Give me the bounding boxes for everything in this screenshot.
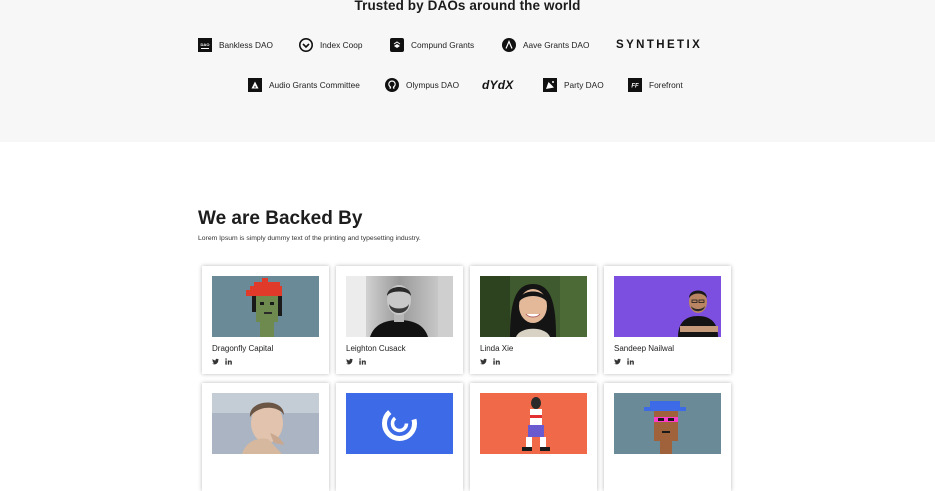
logo-label: Party DAO (564, 80, 604, 90)
twitter-icon[interactable] (480, 358, 487, 365)
logo-olympus-dao[interactable]: Olympus DAO (385, 77, 459, 93)
aave-icon (502, 38, 516, 52)
backer-socials (614, 358, 634, 365)
backer-photo (614, 276, 721, 337)
backer-name: Sandeep Nailwal (614, 344, 675, 353)
logo-label: Forefront (649, 80, 683, 90)
logo-label: Olympus DAO (406, 80, 460, 90)
logo-label: Audio Grants Committee (269, 80, 360, 90)
linkedin-icon[interactable] (359, 358, 366, 365)
backer-photo (614, 393, 721, 454)
logo-bankless-dao[interactable]: DAO Bankless DAO (198, 37, 273, 53)
audius-icon (248, 78, 262, 92)
backer-card[interactable] (470, 383, 597, 491)
twitter-icon[interactable] (346, 358, 353, 365)
logo-label: Index Coop (320, 40, 363, 50)
backer-socials (480, 358, 500, 365)
index-coop-icon (299, 38, 313, 52)
backer-photo (480, 276, 587, 337)
backer-card[interactable]: Sandeep Nailwal (604, 266, 731, 374)
forefront-icon: FF (628, 78, 642, 92)
backer-card[interactable]: Leighton Cusack (336, 266, 463, 374)
svg-text:DAO: DAO (201, 42, 210, 47)
dydx-wordmark: dYdX (482, 78, 514, 92)
backer-socials (346, 358, 366, 365)
logo-party-dao[interactable]: Party DAO (543, 77, 604, 93)
logo-label: Compund Grants (411, 40, 475, 50)
backer-card[interactable] (604, 383, 731, 491)
linkedin-icon[interactable] (225, 358, 232, 365)
twitter-icon[interactable] (614, 358, 621, 365)
logo-audio-grants-committee[interactable]: Audio Grants Committee (248, 77, 360, 93)
linkedin-icon[interactable] (627, 358, 634, 365)
backer-photo (346, 276, 453, 337)
trusted-section: Trusted by DAOs around the world DAO Ban… (0, 0, 935, 142)
backer-socials (212, 358, 232, 365)
party-dao-icon (543, 78, 557, 92)
backer-card[interactable]: Dragonfly Capital (202, 266, 329, 374)
logo-index-coop[interactable]: Index Coop (299, 37, 362, 53)
logo-dydx[interactable]: dYdX (482, 77, 513, 93)
backer-photo (346, 393, 453, 454)
backed-subtitle: Lorem Ipsum is simply dummy text of the … (198, 235, 421, 242)
olympus-icon (385, 78, 399, 92)
trusted-title: Trusted by DAOs around the world (354, 0, 581, 13)
compound-icon (390, 38, 404, 52)
backer-photo (212, 393, 319, 454)
backer-photo (212, 276, 319, 337)
svg-text:FF: FF (631, 84, 639, 90)
logo-label: Aave Grants DAO (523, 40, 590, 50)
backer-name: Leighton Cusack (346, 344, 406, 353)
bankless-dao-icon: DAO (198, 38, 212, 52)
logo-forefront[interactable]: FF Forefront (628, 77, 683, 93)
backer-card[interactable] (202, 383, 329, 491)
backer-name: Linda Xie (480, 344, 514, 353)
backer-card[interactable]: Linda Xie (470, 266, 597, 374)
logo-label: Bankless DAO (219, 40, 273, 50)
synthetix-wordmark: SYNTHETIX (616, 39, 703, 51)
backer-card[interactable] (336, 383, 463, 491)
twitter-icon[interactable] (212, 358, 219, 365)
logo-aave-grants-dao[interactable]: Aave Grants DAO (502, 37, 589, 53)
backer-photo (480, 393, 587, 454)
logo-synthetix[interactable]: SYNTHETIX (616, 37, 702, 53)
logo-compound-grants[interactable]: Compund Grants (390, 37, 474, 53)
backer-name: Dragonfly Capital (212, 344, 274, 353)
linkedin-icon[interactable] (493, 358, 500, 365)
backed-title: We are Backed By (198, 208, 363, 229)
